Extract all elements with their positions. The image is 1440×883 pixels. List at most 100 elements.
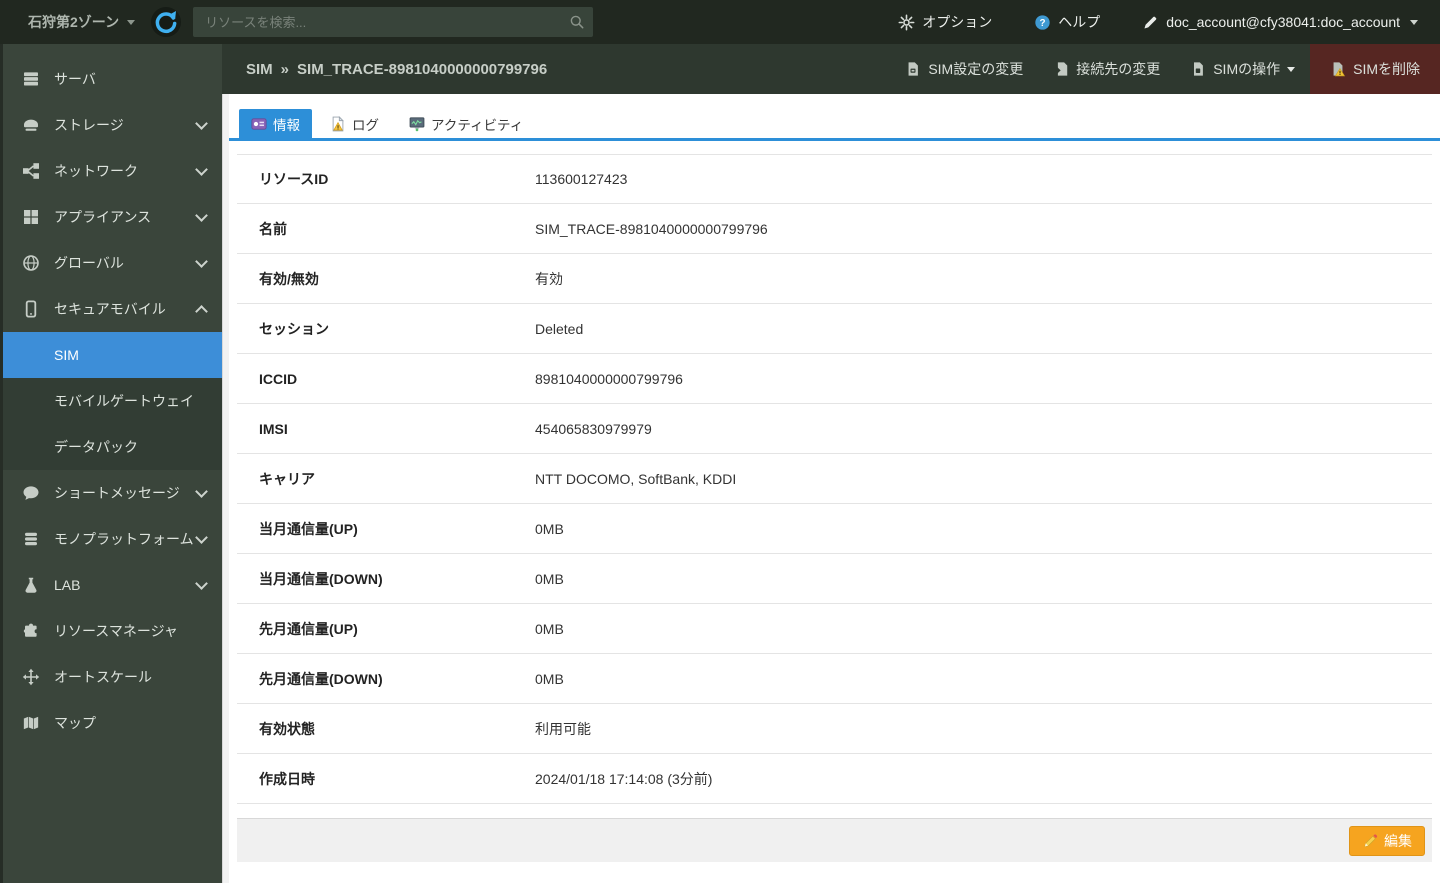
sidebar-item-network[interactable]: ネットワーク: [0, 148, 222, 194]
table-row: 先月通信量(UP) 0MB: [237, 604, 1432, 654]
main-content: 情報 ログ アクティビティ リソースID 113600127423 名前 SIM…: [229, 94, 1440, 883]
chevron-icon: [195, 576, 208, 590]
zone-selector[interactable]: 石狩第2ゾーン: [0, 0, 149, 44]
breadcrumb-separator: »: [280, 60, 290, 78]
search-box: [193, 7, 594, 37]
topbar-right: オプション ? ヘルプ doc_account@cfy38041:doc_acc…: [892, 11, 1440, 33]
chevron-icon: [195, 162, 208, 176]
action-connection-change[interactable]: 接続先の変更: [1038, 44, 1175, 94]
svg-text:?: ?: [1040, 18, 1046, 29]
table-row: 作成日時 2024/01/18 17:14:08 (3分前): [237, 754, 1432, 804]
options-label: オプション: [922, 14, 993, 30]
options-button[interactable]: オプション: [892, 11, 998, 33]
sidebar: サーバ ストレージ ネットワーク アプライアンス グローバル セキュアモバイル …: [0, 44, 222, 883]
sidebar-item-autoscale[interactable]: オートスケール: [0, 654, 222, 700]
table-row: 当月通信量(UP) 0MB: [237, 504, 1432, 554]
chevron-icon: [195, 484, 208, 498]
tab-bar: 情報 ログ アクティビティ: [229, 94, 1440, 141]
sidebar-item-storage[interactable]: ストレージ: [0, 102, 222, 148]
sim-delete-icon: [1330, 61, 1346, 77]
table-row: セッション Deleted: [237, 304, 1432, 354]
sidebar-item-secure-mobile[interactable]: セキュアモバイル: [0, 286, 222, 332]
sidebar-item-appliance[interactable]: アプライアンス: [0, 194, 222, 240]
chevron-down-icon: [1287, 66, 1296, 72]
chevron-icon: [195, 304, 208, 318]
sidebar-item-mono-platform[interactable]: モノプラットフォーム: [0, 516, 222, 562]
mobile-icon: [22, 300, 40, 318]
breadcrumb-section[interactable]: SIM: [246, 61, 273, 78]
sms-icon: [22, 484, 40, 502]
gear-icon: [898, 14, 915, 31]
connect-icon: [1053, 61, 1069, 77]
left-edge-strip: [0, 44, 3, 883]
table-row: ICCID 8981040000000799796: [237, 354, 1432, 404]
lab-icon: [22, 576, 40, 594]
puzzle-icon: [22, 622, 40, 640]
topbar: 石狩第2ゾーン オプション ? ヘルプ doc_account@cfy38041…: [0, 0, 1440, 44]
tab-log[interactable]: ログ: [318, 109, 391, 138]
table-row: 当月通信量(DOWN) 0MB: [237, 554, 1432, 604]
app-window: 石狩第2ゾーン オプション ? ヘルプ doc_account@cfy38041…: [0, 0, 1440, 883]
footer-bar: 編集: [237, 818, 1432, 862]
sim-settings-icon: [905, 61, 921, 77]
sidebar-item-mobile-gateway[interactable]: モバイルゲートウェイ: [0, 378, 222, 424]
sidebar-item-sim[interactable]: SIM: [0, 332, 222, 378]
zone-label: 石狩第2ゾーン: [28, 14, 120, 30]
edit-button[interactable]: 編集: [1349, 825, 1425, 856]
sim-card-icon: [1190, 61, 1206, 77]
chevron-icon: [195, 116, 208, 130]
appliance-icon: [22, 208, 40, 226]
refresh-icon: [151, 7, 182, 40]
sidebar-item-short-message[interactable]: ショートメッセージ: [0, 470, 222, 516]
sidebar-item-server[interactable]: サーバ: [0, 56, 222, 102]
edit-label: 編集: [1384, 832, 1412, 849]
action-sim-delete[interactable]: SIMを削除: [1310, 44, 1440, 94]
table-row: 先月通信量(DOWN) 0MB: [237, 654, 1432, 704]
pen-icon: [1142, 14, 1159, 31]
account-label: doc_account@cfy38041:doc_account: [1166, 14, 1400, 30]
scrollbar-track[interactable]: [222, 94, 229, 883]
chevron-icon: [195, 530, 208, 544]
account-menu[interactable]: doc_account@cfy38041:doc_account: [1136, 13, 1424, 32]
pencil-icon: [1362, 833, 1378, 849]
global-icon: [22, 254, 40, 272]
help-icon: ?: [1034, 14, 1051, 31]
sidebar-item-data-pack[interactable]: データパック: [0, 424, 222, 470]
chevron-icon: [195, 254, 208, 268]
table-row: リソースID 113600127423: [237, 154, 1432, 204]
sidebar-item-resource-manager[interactable]: リソースマネージャ: [0, 608, 222, 654]
table-row: 有効状態 利用可能: [237, 704, 1432, 754]
autoscale-icon: [22, 668, 40, 686]
network-icon: [22, 162, 40, 180]
chevron-down-icon: [1410, 19, 1418, 25]
action-sim-settings[interactable]: SIM設定の変更: [890, 44, 1038, 94]
search-input[interactable]: [193, 7, 594, 37]
tab-info[interactable]: 情報: [239, 109, 312, 138]
storage-icon: [22, 116, 40, 134]
tab-log-icon: [330, 115, 346, 132]
chevron-icon: [195, 208, 208, 222]
help-button[interactable]: ? ヘルプ: [1028, 11, 1106, 33]
help-label: ヘルプ: [1058, 14, 1101, 30]
sidebar-item-lab[interactable]: LAB: [0, 562, 222, 608]
sidebar-item-map[interactable]: マップ: [0, 700, 222, 746]
action-sim-operations[interactable]: SIMの操作: [1175, 44, 1310, 94]
mono-icon: [22, 530, 40, 548]
sidebar-item-global[interactable]: グローバル: [0, 240, 222, 286]
tab-activity-icon: [409, 116, 425, 132]
table-row: 有効/無効 有効: [237, 254, 1432, 304]
table-row: 名前 SIM_TRACE-8981040000000799796: [237, 204, 1432, 254]
server-icon: [22, 70, 40, 88]
breadcrumb: SIM » SIM_TRACE-8981040000000799796: [222, 61, 547, 78]
chevron-down-icon: [127, 19, 136, 25]
breadcrumb-name: SIM_TRACE-8981040000000799796: [297, 60, 548, 78]
tab-info-icon: [251, 116, 267, 132]
tab-activity[interactable]: アクティビティ: [397, 109, 535, 138]
search-icon[interactable]: [569, 14, 585, 30]
table-row: IMSI 454065830979979: [237, 404, 1432, 454]
info-table: リソースID 113600127423 名前 SIM_TRACE-8981040…: [229, 141, 1440, 804]
header-actions: SIM設定の変更 接続先の変更 SIMの操作 SIMを削除: [890, 44, 1440, 94]
table-row: キャリア NTT DOCOMO, SoftBank, KDDI: [237, 454, 1432, 504]
page-header: SIM » SIM_TRACE-8981040000000799796 SIM設…: [222, 44, 1440, 94]
refresh-button[interactable]: [151, 7, 182, 40]
